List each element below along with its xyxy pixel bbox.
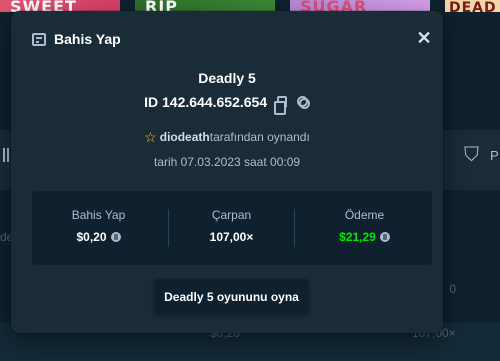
game-thumbnail-wanted[interactable]: WA DEAD bbox=[445, 0, 500, 12]
stat-label: Bahis Yap bbox=[71, 208, 126, 222]
player-name[interactable]: diodeath bbox=[160, 130, 210, 144]
bet-id: ID 142.644.652.654 bbox=[144, 94, 268, 110]
bet-stats-panel: Bahis Yap $0,20 Çarpan 107,00× Ödeme $21… bbox=[32, 191, 432, 265]
coin-icon bbox=[110, 232, 121, 242]
shield-icon: ⛉ bbox=[464, 144, 479, 166]
star-icon: ☆ bbox=[144, 129, 157, 145]
play-game-button[interactable]: Deadly 5 oyununu oyna bbox=[154, 279, 309, 314]
link-icon[interactable] bbox=[296, 95, 310, 109]
bet-date: tarih 07.03.2023 saat 00:09 bbox=[153, 155, 301, 169]
stat-value: 107,00× bbox=[165, 230, 298, 244]
background-text-right: 0 bbox=[449, 282, 456, 296]
stat-divider bbox=[294, 209, 295, 247]
stat-value-text: $21,29 bbox=[339, 230, 376, 244]
game-name: Deadly 5 bbox=[198, 70, 256, 86]
bet-details-modal: Bahis Yap ✕ Deadly 5 ID 142.644.652.654 … bbox=[11, 11, 443, 333]
coin-icon bbox=[379, 232, 390, 242]
stat-label: Ödeme bbox=[344, 208, 385, 222]
close-icon[interactable]: ✕ bbox=[416, 29, 432, 47]
stat-value-text: 107,00× bbox=[209, 230, 254, 244]
stat-bet-amount: Bahis Yap $0,20 bbox=[32, 191, 165, 265]
bet-id-row: ID 142.644.652.654 bbox=[11, 94, 443, 116]
background-tab-label: P bbox=[490, 148, 499, 163]
betslip-icon bbox=[32, 33, 46, 46]
stat-value-text: $0,20 bbox=[76, 230, 107, 244]
stat-payout: Ödeme $21,29 bbox=[298, 191, 431, 265]
stat-value: $0,20 bbox=[32, 230, 165, 244]
thumbnail-label: WA DEAD bbox=[449, 0, 497, 12]
stat-value: $21,29 bbox=[298, 230, 431, 244]
modal-header: Bahis Yap ✕ bbox=[11, 11, 443, 67]
played-by-text: tarafından oynandı bbox=[209, 130, 310, 144]
player-row: ☆ diodeathtarafından oynandı bbox=[11, 129, 443, 146]
stat-label: Çarpan bbox=[211, 208, 252, 222]
stat-multiplier: Çarpan 107,00× bbox=[165, 191, 298, 265]
copy-icon[interactable] bbox=[274, 96, 287, 116]
bars-icon bbox=[3, 148, 9, 162]
modal-title: Bahis Yap bbox=[54, 31, 121, 47]
